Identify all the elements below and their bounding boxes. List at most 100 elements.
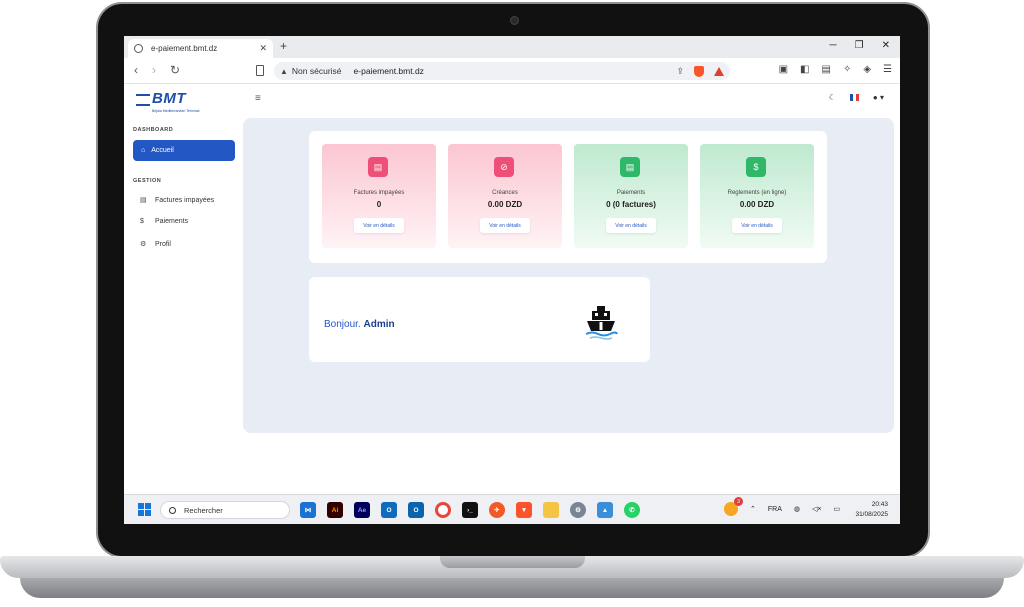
stat-card-reglements: $ Reglements (en ligne) 0.00 DZD Voir en… <box>700 144 814 248</box>
outlook-new-icon[interactable]: O <box>408 502 424 518</box>
warning-icon: ▲ <box>280 66 288 76</box>
network-icon[interactable]: ◍ <box>794 505 800 513</box>
logo-waves-icon <box>136 94 150 106</box>
camera-icon <box>510 16 519 25</box>
forward-icon[interactable]: › <box>152 63 156 77</box>
sidebar-item-accueil[interactable]: ⌂ Accueil <box>133 140 235 161</box>
screen: e-paiement.bmt.dz ✕ + ─ ❐ ✕ ‹ › ↻ ▲ Non … <box>124 36 900 524</box>
battery-icon[interactable]: ▭ <box>833 505 840 513</box>
details-button[interactable]: Voir en détails <box>354 218 404 233</box>
window-controls: ─ ❐ ✕ <box>830 40 890 51</box>
bmt-logo[interactable]: BMT Béjaia Mediterranean Terminal <box>136 91 199 113</box>
payment-icon: ▤ <box>620 157 640 177</box>
file-icon: ▤ <box>140 197 147 204</box>
tab-close-icon[interactable]: ✕ <box>259 43 267 54</box>
minimize-icon[interactable]: ─ <box>830 40 837 51</box>
reload-icon[interactable]: ↻ <box>170 63 180 77</box>
browser-tab-bar: e-paiement.bmt.dz ✕ + ─ ❐ ✕ <box>124 36 900 58</box>
new-tab-button[interactable]: + <box>280 39 287 53</box>
brave-icon[interactable]: ▼ <box>516 502 532 518</box>
receivables-icon: ⊘ <box>494 157 514 177</box>
topbar-actions: ☾ ● ▾ <box>829 93 884 102</box>
tab-title: e-paiement.bmt.dz <box>151 44 218 53</box>
taskbar-search[interactable]: Rechercher <box>160 501 290 519</box>
outlook-icon[interactable]: O <box>381 502 397 518</box>
vpn-icon[interactable]: ◈ <box>863 64 871 75</box>
sidebar-item-profil[interactable]: ⚙ Profil <box>140 240 171 249</box>
sidebar-item-paiements[interactable]: $ Paiements <box>140 218 188 225</box>
bookmark-icon[interactable] <box>256 65 264 76</box>
terminal-icon[interactable]: ›_ <box>462 502 478 518</box>
hamburger-menu-icon[interactable]: ≡ <box>255 93 261 104</box>
section-gestion-label: GESTION <box>133 178 162 184</box>
taskbar-clock[interactable]: 20:43 31/08/2025 <box>855 500 888 520</box>
dollar-circle-icon: $ <box>746 157 766 177</box>
greeting-card: Bonjour. Admin <box>309 277 650 362</box>
file-explorer-icon[interactable] <box>543 502 559 518</box>
home-icon: ⌂ <box>141 147 146 154</box>
search-icon <box>169 506 176 514</box>
greeting-text: Bonjour. Admin <box>324 319 395 330</box>
system-tray: 3 ⌃ FRA ◍ ◁× ▭ <box>724 497 840 516</box>
wallet-icon[interactable]: ▤ <box>821 64 830 75</box>
close-window-icon[interactable]: ✕ <box>882 40 890 51</box>
stat-label: Paiements <box>616 190 646 196</box>
user-menu-icon[interactable]: ● ▾ <box>873 93 884 102</box>
back-icon[interactable]: ‹ <box>134 63 138 77</box>
dollar-icon: $ <box>140 218 144 225</box>
vscode-icon[interactable]: ⋈ <box>300 502 316 518</box>
stat-label: Créances <box>492 190 518 196</box>
weather-badge: 3 <box>734 497 743 506</box>
ship-icon <box>585 306 618 340</box>
web-app: BMT Béjaia Mediterranean Terminal DASHBO… <box>124 84 900 494</box>
security-label[interactable]: Non sécurisé <box>292 66 342 76</box>
maximize-icon[interactable]: ❐ <box>855 40 864 51</box>
stat-value: 0.00 DZD <box>739 200 775 209</box>
details-button[interactable]: Voir en détails <box>480 218 530 233</box>
stat-value: 0 <box>376 200 382 209</box>
chevron-up-icon[interactable]: ⌃ <box>750 505 756 513</box>
address-bar[interactable]: ▲ Non sécurisé e-paiement.bmt.dz ⇪ <box>274 62 730 80</box>
brave-rewards-icon[interactable] <box>714 66 724 76</box>
sidebar-item-factures[interactable]: ▤ Factures impayées <box>140 196 214 205</box>
stat-value: 0 (0 factures) <box>606 200 656 209</box>
menu-icon[interactable]: ☰ <box>883 64 892 75</box>
globe-icon <box>134 44 143 53</box>
dark-mode-icon[interactable]: ☾ <box>829 93 836 102</box>
sidebar-toggle-icon[interactable]: ◧ <box>800 64 809 75</box>
clock-time: 20:43 <box>871 501 888 508</box>
extensions-icon[interactable]: ✧ <box>843 64 851 75</box>
stat-card-factures: ▤ Factures impayées 0 Voir en détails <box>322 144 436 248</box>
browser-toolbar: ‹ › ↻ ▲ Non sécurisé e-paiement.bmt.dz ⇪… <box>124 58 900 84</box>
stat-card-creances: ⊘ Créances 0.00 DZD Voir en détails <box>448 144 562 248</box>
details-button[interactable]: Voir en détails <box>732 218 782 233</box>
volume-muted-icon[interactable]: ◁× <box>812 505 821 513</box>
illustrator-icon[interactable]: Ai <box>327 502 343 518</box>
clock-date: 31/08/2025 <box>855 511 888 518</box>
brave-shield-icon[interactable] <box>694 65 704 77</box>
details-button[interactable]: Voir en détails <box>606 218 656 233</box>
chrome-icon[interactable] <box>435 502 451 518</box>
user-name: Admin <box>363 319 395 330</box>
taskbar-apps: ⋈ Ai Ae O O ›_ ✈ ▼ ⚙ ▲ ✆ <box>300 502 640 518</box>
reader-icon[interactable]: ▣ <box>779 64 788 75</box>
photos-icon[interactable]: ▲ <box>597 502 613 518</box>
whatsapp-icon[interactable]: ✆ <box>624 502 640 518</box>
stat-label: Reglements (en ligne) <box>727 190 787 196</box>
after-effects-icon[interactable]: Ae <box>354 502 370 518</box>
laptop-notch <box>440 556 585 568</box>
weather-icon[interactable]: 3 <box>724 497 743 516</box>
language-indicator[interactable]: FRA <box>768 506 782 513</box>
stat-label: Factures impayées <box>353 190 405 196</box>
invoice-icon: ▤ <box>368 157 388 177</box>
stat-card-paiements: ▤ Paiements 0 (0 factures) Voir en détai… <box>574 144 688 248</box>
stats-panel: ▤ Factures impayées 0 Voir en détails ⊘ … <box>309 131 827 263</box>
settings-icon[interactable]: ⚙ <box>570 502 586 518</box>
french-flag-icon[interactable] <box>849 94 859 101</box>
gear-icon: ⚙ <box>140 241 147 248</box>
windows-taskbar: Rechercher ⋈ Ai Ae O O ›_ ✈ ▼ ⚙ ▲ ✆ 3 ⌃ … <box>124 494 900 524</box>
windows-start-icon[interactable] <box>138 503 151 516</box>
browser-tab[interactable]: e-paiement.bmt.dz ✕ <box>128 39 273 58</box>
postman-icon[interactable]: ✈ <box>489 502 505 518</box>
share-icon[interactable]: ⇪ <box>676 66 684 77</box>
